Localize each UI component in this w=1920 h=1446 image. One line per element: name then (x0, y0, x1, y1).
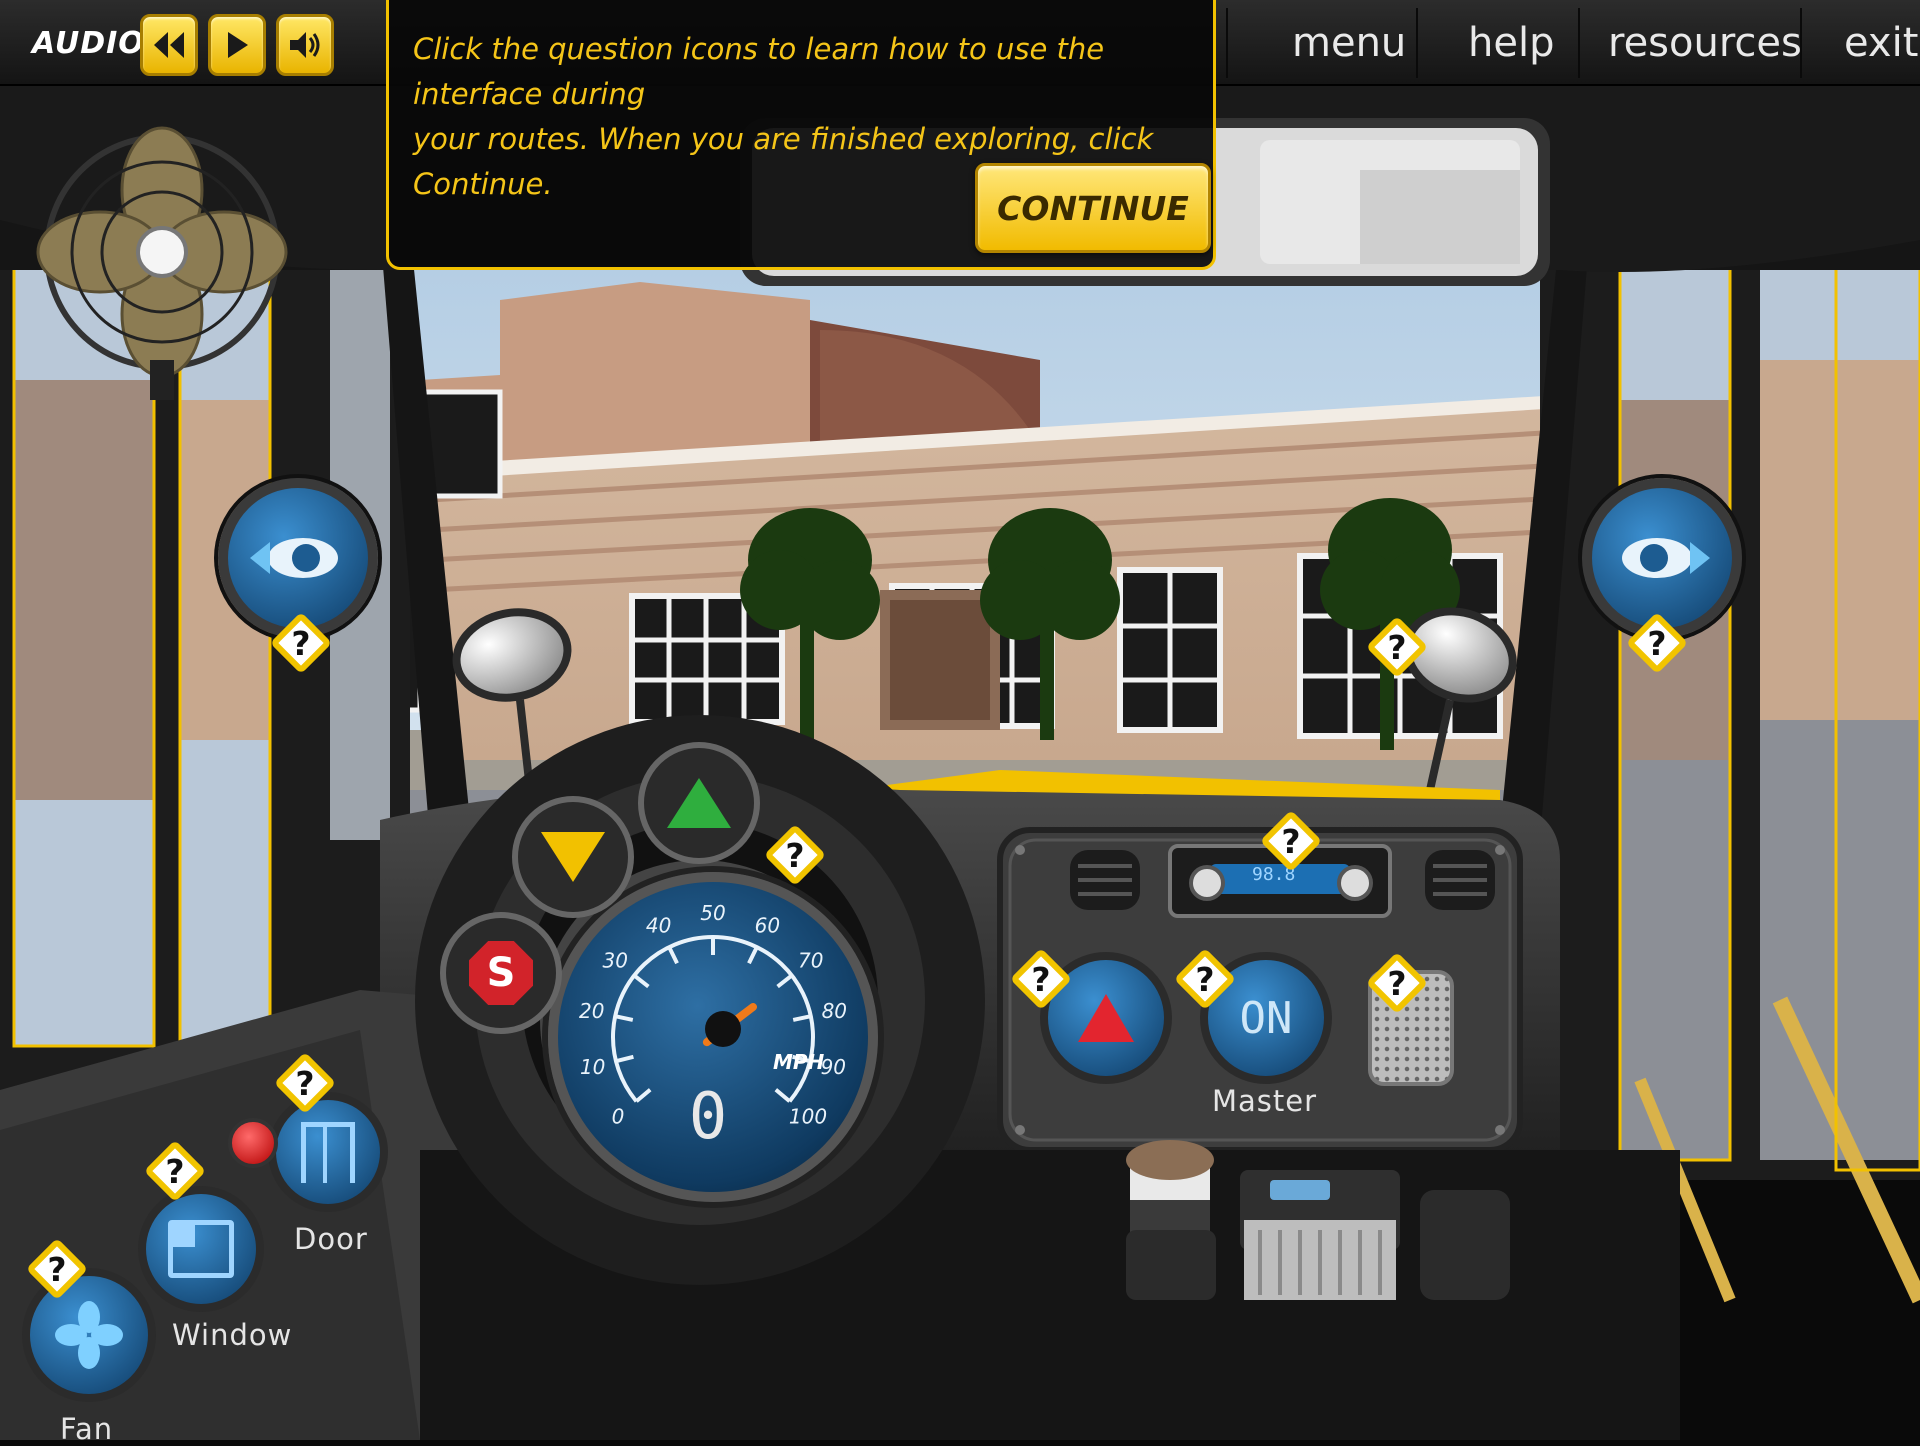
speedometer-gauge: 0 10 20 30 40 50 60 70 80 90 100 MPH 0 (548, 872, 878, 1202)
door-status-light (228, 1118, 278, 1168)
help-marker-steering[interactable]: ? (763, 823, 827, 887)
help-marker-radio[interactable]: ? (1259, 809, 1323, 873)
speedometer-tick-label: 80 (822, 999, 847, 1023)
volume-icon (290, 32, 320, 58)
nav-divider (1226, 8, 1228, 78)
speedometer-tick (632, 973, 650, 989)
nav-divider (1578, 8, 1580, 78)
speedometer-tick-label: 70 (798, 949, 823, 973)
play-button[interactable] (208, 14, 266, 76)
speedometer-unit: MPH (773, 1050, 825, 1074)
help-marker-look-left[interactable]: ? (269, 611, 333, 675)
nav-divider (1800, 8, 1802, 78)
play-icon (228, 32, 248, 58)
stop-arm-button[interactable]: S (440, 912, 562, 1034)
arrow-up-icon (667, 778, 731, 828)
help-marker-side-mirror[interactable]: ? (1365, 615, 1429, 679)
exit-link[interactable]: exit (1844, 20, 1918, 66)
speedometer-tick-label: 0 (612, 1105, 625, 1129)
speedometer-tick (792, 1014, 812, 1022)
help-marker-cb-radio[interactable]: ? (1365, 951, 1429, 1015)
volume-button[interactable] (276, 14, 334, 76)
resources-link[interactable]: resources (1608, 20, 1802, 66)
instruction-tooltip: Click the question icons to learn how to… (386, 0, 1216, 270)
window-label: Window (172, 1318, 293, 1352)
speedometer-tick-label: 40 (646, 914, 671, 938)
help-marker-hazard[interactable]: ? (1009, 947, 1073, 1011)
speedometer-tick (774, 1088, 791, 1103)
door-label: Door (294, 1222, 368, 1256)
hazard-icon (1078, 994, 1134, 1042)
speedometer-tick-label: 30 (603, 949, 628, 973)
stop-sign-letter: S (486, 950, 516, 996)
speedometer-tick-label: 20 (579, 999, 604, 1023)
help-link[interactable]: help (1468, 20, 1554, 66)
nav-divider (1416, 8, 1418, 78)
menu-link[interactable]: menu (1292, 20, 1406, 66)
help-marker-window[interactable]: ? (143, 1139, 207, 1203)
speedometer-tick-label: 60 (755, 914, 780, 938)
speedometer-tick (615, 1054, 634, 1064)
help-marker-look-right[interactable]: ? (1625, 611, 1689, 675)
master-label: Master (1212, 1084, 1318, 1118)
speedometer-tick (747, 946, 759, 965)
speedometer-tick-label: 10 (580, 1055, 605, 1079)
eye-left-icon (250, 538, 338, 578)
arrow-down-icon (541, 832, 605, 882)
fan-icon (55, 1301, 123, 1369)
stop-sign-icon: S (469, 941, 533, 1005)
speedometer-tick-label: 100 (789, 1105, 827, 1129)
fan-label: Fan (60, 1412, 114, 1446)
lane-down-button[interactable] (512, 796, 634, 918)
master-switch-state: ON (1239, 992, 1293, 1044)
rewind-button[interactable] (140, 14, 198, 76)
audio-label: AUDIO (32, 26, 145, 61)
continue-button[interactable]: CONTINUE (975, 163, 1211, 253)
rewind-icon (154, 32, 184, 58)
window-button[interactable] (138, 1186, 264, 1312)
eye-right-icon (1622, 538, 1710, 578)
speedometer-tick (635, 1088, 652, 1103)
instruction-line-1: Click the question icons to learn how to… (413, 32, 1105, 111)
help-marker-master[interactable]: ? (1173, 947, 1237, 1011)
window-icon (168, 1220, 234, 1278)
door-icon (301, 1121, 355, 1183)
bus-simulator-scene: 0 10 20 30 40 50 60 70 80 90 100 MPH 0 S ON Master… (0, 0, 1920, 1446)
speedometer-tick-label: 50 (700, 901, 725, 925)
speedometer-readout: 0 (688, 1080, 728, 1154)
help-marker-fan[interactable]: ? (25, 1237, 89, 1301)
speedometer-tick-label: 90 (821, 1055, 846, 1079)
help-marker-door[interactable]: ? (273, 1051, 337, 1115)
speedometer-tick (614, 1014, 634, 1022)
lane-up-button[interactable] (638, 742, 760, 864)
speedometer-tick (776, 973, 794, 989)
speedometer-hub (705, 1011, 741, 1047)
speedometer-tick (667, 946, 679, 965)
